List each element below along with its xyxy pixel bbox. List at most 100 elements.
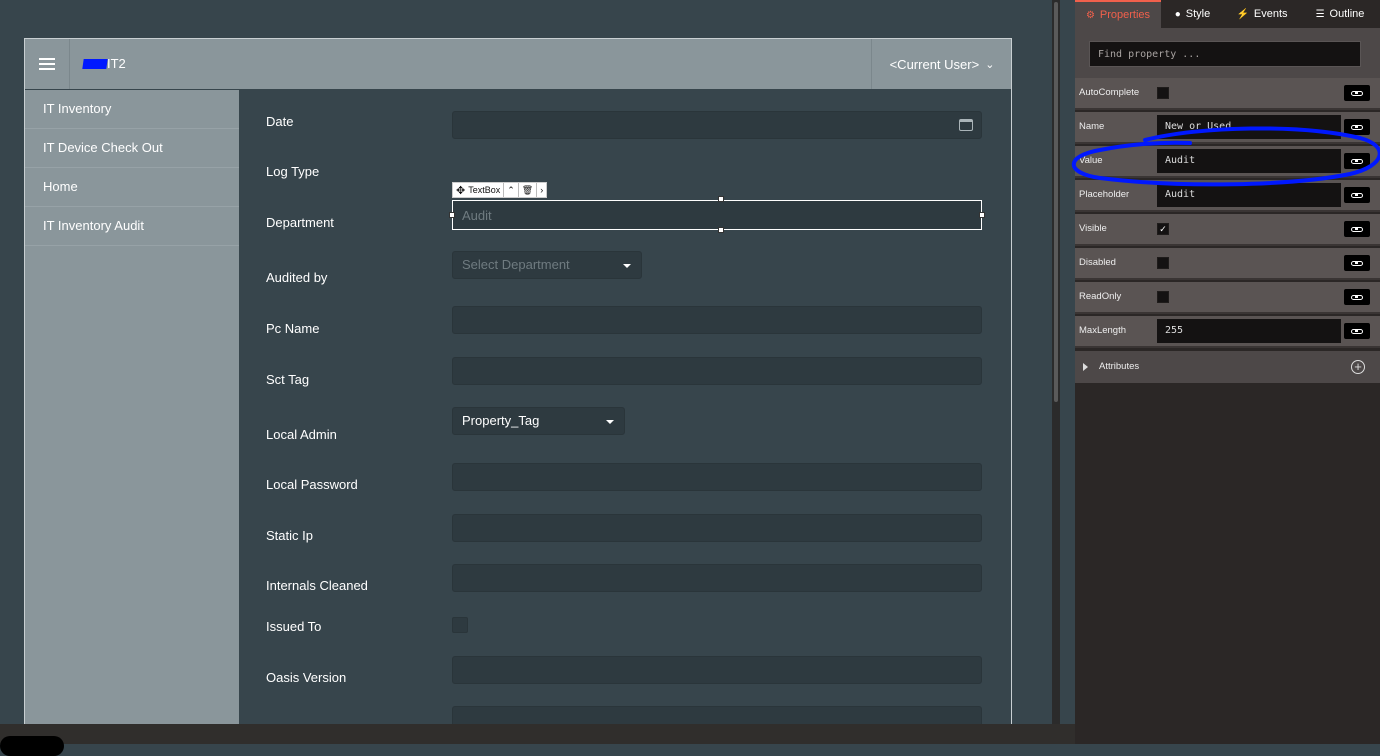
property-search-input[interactable] (1089, 41, 1361, 67)
issued-to-field[interactable] (452, 656, 982, 684)
select-parent-button[interactable]: ⌃ (504, 183, 519, 197)
link-icon (1351, 260, 1363, 266)
chevron-right-icon: › (540, 185, 544, 195)
next-component-button[interactable]: › (537, 183, 546, 197)
sct-tag-dropdown[interactable]: Property_Tag (452, 407, 625, 435)
static-ip-label: Static Ip (266, 528, 313, 543)
calendar-icon[interactable] (959, 119, 973, 131)
app-header: IT2 <Current User> ⌄ (25, 39, 1011, 89)
issued-to-label: Issued To (266, 619, 322, 634)
resize-handle-left[interactable] (449, 212, 455, 218)
audited-by-label: Audited by (266, 270, 328, 285)
gear-icon: ⚙ (1085, 9, 1095, 21)
binding-button-name[interactable] (1344, 119, 1370, 135)
binding-button-readonly[interactable] (1344, 289, 1370, 305)
binding-button-placeholder[interactable] (1344, 187, 1370, 203)
resize-handle-right[interactable] (979, 212, 985, 218)
binding-button-disabled[interactable] (1344, 255, 1370, 271)
readonly-checkbox[interactable] (1157, 291, 1169, 303)
prop-label-maxlength: MaxLength (1079, 325, 1127, 336)
link-icon (1351, 158, 1363, 164)
department-placeholder: Select Department (462, 257, 570, 272)
log-type-label: Log Type (266, 164, 320, 179)
disabled-checkbox[interactable] (1157, 257, 1169, 269)
link-icon (1351, 328, 1363, 334)
resize-handle-top[interactable] (718, 196, 724, 202)
redaction-mark (82, 59, 108, 69)
component-toolbar: ✥ TextBox ⌃ 🗑 › (452, 182, 548, 198)
name-input[interactable]: New_or_Used (1157, 115, 1341, 139)
sidebar: IT Inventory IT Device Check Out Home IT… (25, 90, 239, 739)
designer-canvas: IT2 <Current User> ⌄ IT Inventory IT Dev… (0, 0, 1052, 740)
local-password-label: Local Password (266, 477, 358, 492)
binding-button-autocomplete[interactable] (1344, 85, 1370, 101)
bottom-status-bar (0, 724, 1075, 744)
user-menu-button[interactable]: <Current User> ⌄ (871, 39, 1011, 89)
canvas-scroll-thumb[interactable] (1054, 2, 1058, 402)
properties-panel: ⚙ Properties ● Style ⚡ Events ☰ Outline … (1075, 0, 1380, 744)
move-handle-button[interactable]: ✥ TextBox (453, 183, 505, 197)
pc-name-field[interactable] (452, 357, 982, 385)
chevron-down-icon: ⌄ (985, 58, 995, 71)
binding-button-maxlength[interactable] (1344, 323, 1370, 339)
audited-by-field[interactable] (452, 306, 982, 334)
prop-row-placeholder: Placeholder Audit (1075, 180, 1380, 212)
placeholder-input[interactable]: Audit (1157, 183, 1341, 207)
prop-label-disabled: Disabled (1079, 257, 1116, 268)
app-preview: IT2 <Current User> ⌄ IT Inventory IT Dev… (24, 38, 1012, 740)
tab-style-label: Style (1185, 8, 1211, 20)
date-label: Date (266, 114, 294, 129)
tab-properties[interactable]: ⚙ Properties (1075, 0, 1161, 28)
link-icon (1351, 226, 1363, 232)
autocomplete-checkbox[interactable] (1157, 87, 1169, 99)
static-ip-field[interactable] (452, 564, 982, 592)
prop-label-readonly: ReadOnly (1079, 291, 1122, 302)
expand-triangle-icon[interactable] (1083, 363, 1088, 371)
add-attribute-button[interactable]: + (1351, 360, 1365, 374)
log-type-placeholder: Audit (462, 208, 492, 223)
local-admin-label: Local Admin (266, 427, 337, 442)
tab-events[interactable]: ⚡ Events (1224, 0, 1300, 28)
attributes-row[interactable]: Attributes + (1075, 351, 1380, 383)
delete-component-button[interactable]: 🗑 (519, 183, 538, 197)
sidebar-item-home[interactable]: Home (25, 168, 239, 207)
local-password-field[interactable] (452, 514, 982, 542)
value-input[interactable]: Audit (1157, 149, 1341, 173)
chevron-up-icon: ⌃ (507, 184, 515, 195)
visible-checkbox[interactable]: ✓ (1157, 223, 1169, 235)
outline-icon: ☰ (1315, 8, 1325, 20)
prop-label-name: Name (1079, 121, 1105, 132)
hamburger-menu-button[interactable] (25, 39, 70, 89)
sct-tag-label: Sct Tag (266, 372, 310, 387)
panel-tabs: ⚙ Properties ● Style ⚡ Events ☰ Outline (1075, 0, 1380, 28)
prop-row-readonly: ReadOnly (1075, 282, 1380, 314)
binding-button-value[interactable] (1344, 153, 1370, 169)
internals-cleaned-checkbox[interactable] (452, 617, 468, 633)
link-icon (1351, 294, 1363, 300)
log-type-textbox[interactable]: Audit (452, 200, 982, 230)
oasis-version-label: Oasis Version (266, 670, 347, 685)
palette-icon: ● (1174, 8, 1181, 20)
prop-label-placeholder: Placeholder (1079, 189, 1130, 200)
prop-label-autocomplete: AutoComplete (1079, 87, 1140, 98)
prop-row-name: Name New_or_Used (1075, 112, 1380, 144)
department-dropdown[interactable]: Select Department (452, 251, 642, 279)
local-admin-field[interactable] (452, 463, 982, 491)
sidebar-item-it-inventory[interactable]: IT Inventory (25, 90, 239, 129)
trash-icon: 🗑 (521, 184, 534, 195)
tab-style[interactable]: ● Style (1161, 0, 1224, 28)
prop-row-maxlength: MaxLength 255 (1075, 316, 1380, 348)
lightning-icon: ⚡ (1236, 8, 1249, 20)
maxlength-input[interactable]: 255 (1157, 319, 1341, 343)
pc-name-label: Pc Name (266, 321, 320, 336)
prop-row-value: Value Audit (1075, 146, 1380, 178)
move-icon: ✥ (456, 184, 466, 197)
department-label: Department (266, 215, 334, 230)
binding-button-visible[interactable] (1344, 221, 1370, 237)
sidebar-item-it-device-check-out[interactable]: IT Device Check Out (25, 129, 239, 168)
resize-handle-bottom[interactable] (718, 227, 724, 233)
tab-outline[interactable]: ☰ Outline (1300, 0, 1380, 28)
sidebar-item-it-inventory-audit[interactable]: IT Inventory Audit (25, 207, 239, 246)
tab-properties-label: Properties (1099, 9, 1151, 21)
date-field[interactable] (452, 111, 982, 139)
